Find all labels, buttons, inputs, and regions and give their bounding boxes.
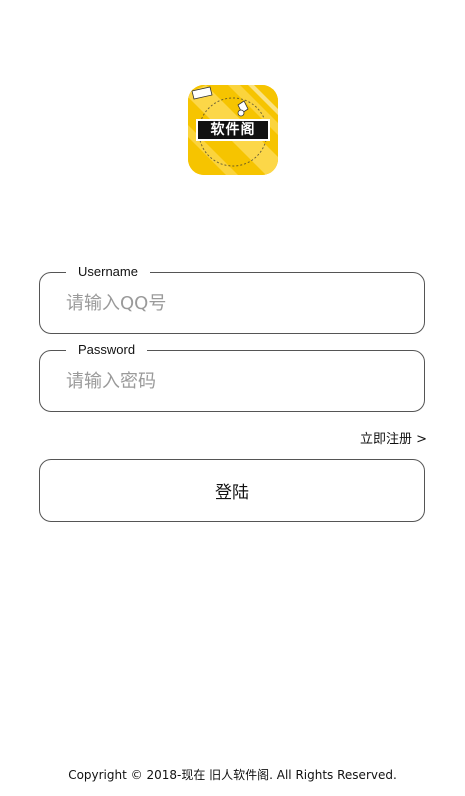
username-input[interactable] [66, 290, 386, 316]
password-field[interactable]: Password [39, 342, 425, 412]
username-label: Username [66, 264, 150, 280]
login-button[interactable]: 登陆 [39, 459, 425, 522]
password-label: Password [66, 342, 148, 358]
password-input[interactable] [66, 368, 386, 394]
logo-text: 软件阁 [196, 119, 270, 141]
copyright-footer: Copyright © 2018-现在 旧人软件阁. All Rights Re… [68, 768, 397, 782]
app-logo-icon: 软件阁 [188, 85, 278, 175]
register-link[interactable]: 立即注册 > [360, 428, 427, 447]
username-field[interactable]: Username [39, 264, 425, 334]
